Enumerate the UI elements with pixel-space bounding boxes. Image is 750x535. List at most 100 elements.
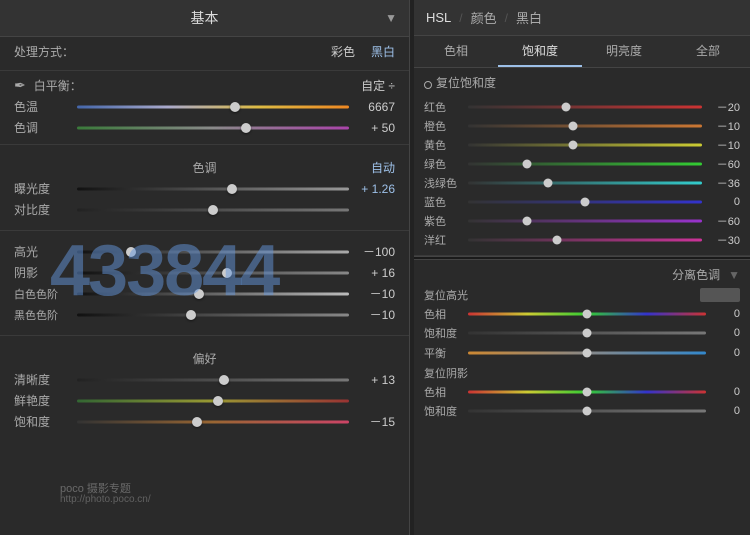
highlights-hue-value: 0 (712, 308, 740, 320)
hsl-yellow-thumb[interactable] (569, 141, 578, 150)
temperature-row: 色温 6667 (14, 98, 395, 115)
processing-section: 处理方式： 彩色 黑白 (0, 37, 409, 71)
hsl-red-thumb[interactable] (562, 103, 571, 112)
hsl-aqua-slider[interactable] (468, 177, 702, 189)
hsl-orange-row: 橙色 －10 (424, 118, 740, 134)
shadows-sat-thumb[interactable] (583, 407, 592, 416)
hsl-blue-thumb[interactable] (581, 198, 590, 207)
black-clip-track (77, 313, 349, 316)
contrast-thumb[interactable] (208, 205, 218, 215)
hsl-purple-track (468, 220, 702, 223)
processing-color[interactable]: 彩色 (331, 43, 355, 60)
left-panel-arrow[interactable]: ▼ (385, 11, 397, 25)
hsl-aqua-label: 浅绿色 (424, 175, 462, 191)
saturation-track-left (77, 420, 349, 423)
highlights-value: －100 (357, 243, 395, 260)
hsl-green-thumb[interactable] (522, 160, 531, 169)
hsl-magenta-label: 洋红 (424, 232, 462, 248)
processing-bw[interactable]: 黑白 (371, 43, 395, 60)
hsl-header-item[interactable]: HSL (426, 10, 451, 25)
saturation-value-left: －15 (357, 413, 395, 430)
tint-slider[interactable] (77, 121, 349, 135)
highlights-hue-thumb[interactable] (583, 310, 592, 319)
tab-all[interactable]: 全部 (666, 36, 750, 67)
hsl-red-slider[interactable] (468, 101, 702, 113)
highlights-sat-thumb[interactable] (583, 329, 592, 338)
clarity-slider[interactable] (77, 373, 349, 387)
tab-saturation[interactable]: 饱和度 (498, 36, 582, 67)
contrast-label: 对比度 (14, 201, 69, 218)
shadows-subsection: 复位阴影 色相 0 饱和度 0 (424, 365, 740, 419)
clarity-thumb[interactable] (219, 375, 229, 385)
split-section-label: 分离色调 (672, 266, 720, 283)
exposure-slider[interactable] (77, 182, 349, 196)
hsl-green-slider[interactable] (468, 158, 702, 170)
wb-preset[interactable]: 自定 ÷ (361, 77, 395, 94)
saturation-thumb-left[interactable] (192, 417, 202, 427)
eyedropper-icon[interactable]: ✒ (14, 77, 26, 94)
shadows-value: + 16 (357, 266, 395, 280)
highlights-sat-row: 饱和度 0 (424, 325, 740, 341)
shadows-sat-slider[interactable] (468, 405, 706, 417)
left-panel-header: 基本 ▼ (0, 0, 409, 37)
temperature-slider[interactable] (77, 100, 349, 114)
highlights-color-box[interactable] (700, 288, 740, 302)
balance-value: 0 (712, 347, 740, 359)
saturation-slider-left[interactable] (77, 415, 349, 429)
exposure-thumb[interactable] (227, 184, 237, 194)
hsl-aqua-thumb[interactable] (543, 179, 552, 188)
color-header-item[interactable]: 颜色 (471, 8, 497, 27)
hsl-yellow-slider[interactable] (468, 139, 702, 151)
balance-row: 平衡 0 (424, 345, 740, 361)
hsl-red-value: －20 (708, 99, 740, 115)
shadows-hue-thumb[interactable] (583, 388, 592, 397)
bw-header-item[interactable]: 黑白 (516, 8, 542, 27)
tab-hue[interactable]: 色相 (414, 36, 498, 67)
temperature-thumb[interactable] (230, 102, 240, 112)
exposure-value: + 1.26 (357, 182, 395, 196)
shadows-sat-row: 饱和度 0 (424, 403, 740, 419)
hsl-purple-thumb[interactable] (522, 217, 531, 226)
tab-luminance[interactable]: 明亮度 (582, 36, 666, 67)
shadows-slider[interactable] (77, 266, 349, 280)
tint-track (77, 126, 349, 129)
tone-auto[interactable]: 自动 (371, 159, 395, 176)
hsl-purple-slider[interactable] (468, 215, 702, 227)
split-arrow[interactable]: ▼ (728, 268, 740, 282)
hsl-magenta-row: 洋红 －30 (424, 232, 740, 248)
hsl-magenta-slider[interactable] (468, 234, 702, 246)
black-clip-slider[interactable] (77, 308, 349, 322)
balance-slider[interactable] (468, 347, 706, 359)
highlights-sat-label: 饱和度 (424, 325, 462, 341)
saturation-row-left: 饱和度 －15 (14, 413, 395, 430)
tint-thumb[interactable] (241, 123, 251, 133)
black-clip-thumb[interactable] (186, 310, 196, 320)
balance-thumb[interactable] (583, 349, 592, 358)
right-header: HSL / 颜色 / 黑白 (414, 0, 750, 36)
hsl-orange-thumb[interactable] (569, 122, 578, 131)
white-clip-slider[interactable] (77, 287, 349, 301)
exposure-label: 曝光度 (14, 180, 69, 197)
shadows-hue-slider[interactable] (468, 386, 706, 398)
hsl-orange-slider[interactable] (468, 120, 702, 132)
hsl-green-label: 绿色 (424, 156, 462, 172)
wb-row: ✒ 白平衡： 自定 ÷ (14, 77, 395, 94)
white-clip-label: 白色色阶 (14, 286, 69, 302)
tone-header: 色调 自动 (14, 159, 395, 176)
vibrance-thumb[interactable] (213, 396, 223, 406)
highlights-slider[interactable] (77, 245, 349, 259)
contrast-slider[interactable] (77, 203, 349, 217)
target-icon[interactable] (424, 81, 432, 89)
highlights-subsection-title: 复位高光 (424, 287, 740, 303)
shadows-thumb[interactable] (222, 268, 232, 278)
processing-row: 处理方式： 彩色 黑白 (14, 43, 395, 60)
hsl-blue-slider[interactable] (468, 196, 702, 208)
highlights-label-split: 复位高光 (424, 287, 468, 303)
highlights-thumb[interactable] (126, 247, 136, 257)
hsl-magenta-thumb[interactable] (552, 236, 561, 245)
vibrance-slider[interactable] (77, 394, 349, 408)
highlights-hue-slider[interactable] (468, 308, 706, 320)
pref-label: 偏好 (192, 350, 216, 367)
white-clip-thumb[interactable] (194, 289, 204, 299)
highlights-sat-slider[interactable] (468, 327, 706, 339)
